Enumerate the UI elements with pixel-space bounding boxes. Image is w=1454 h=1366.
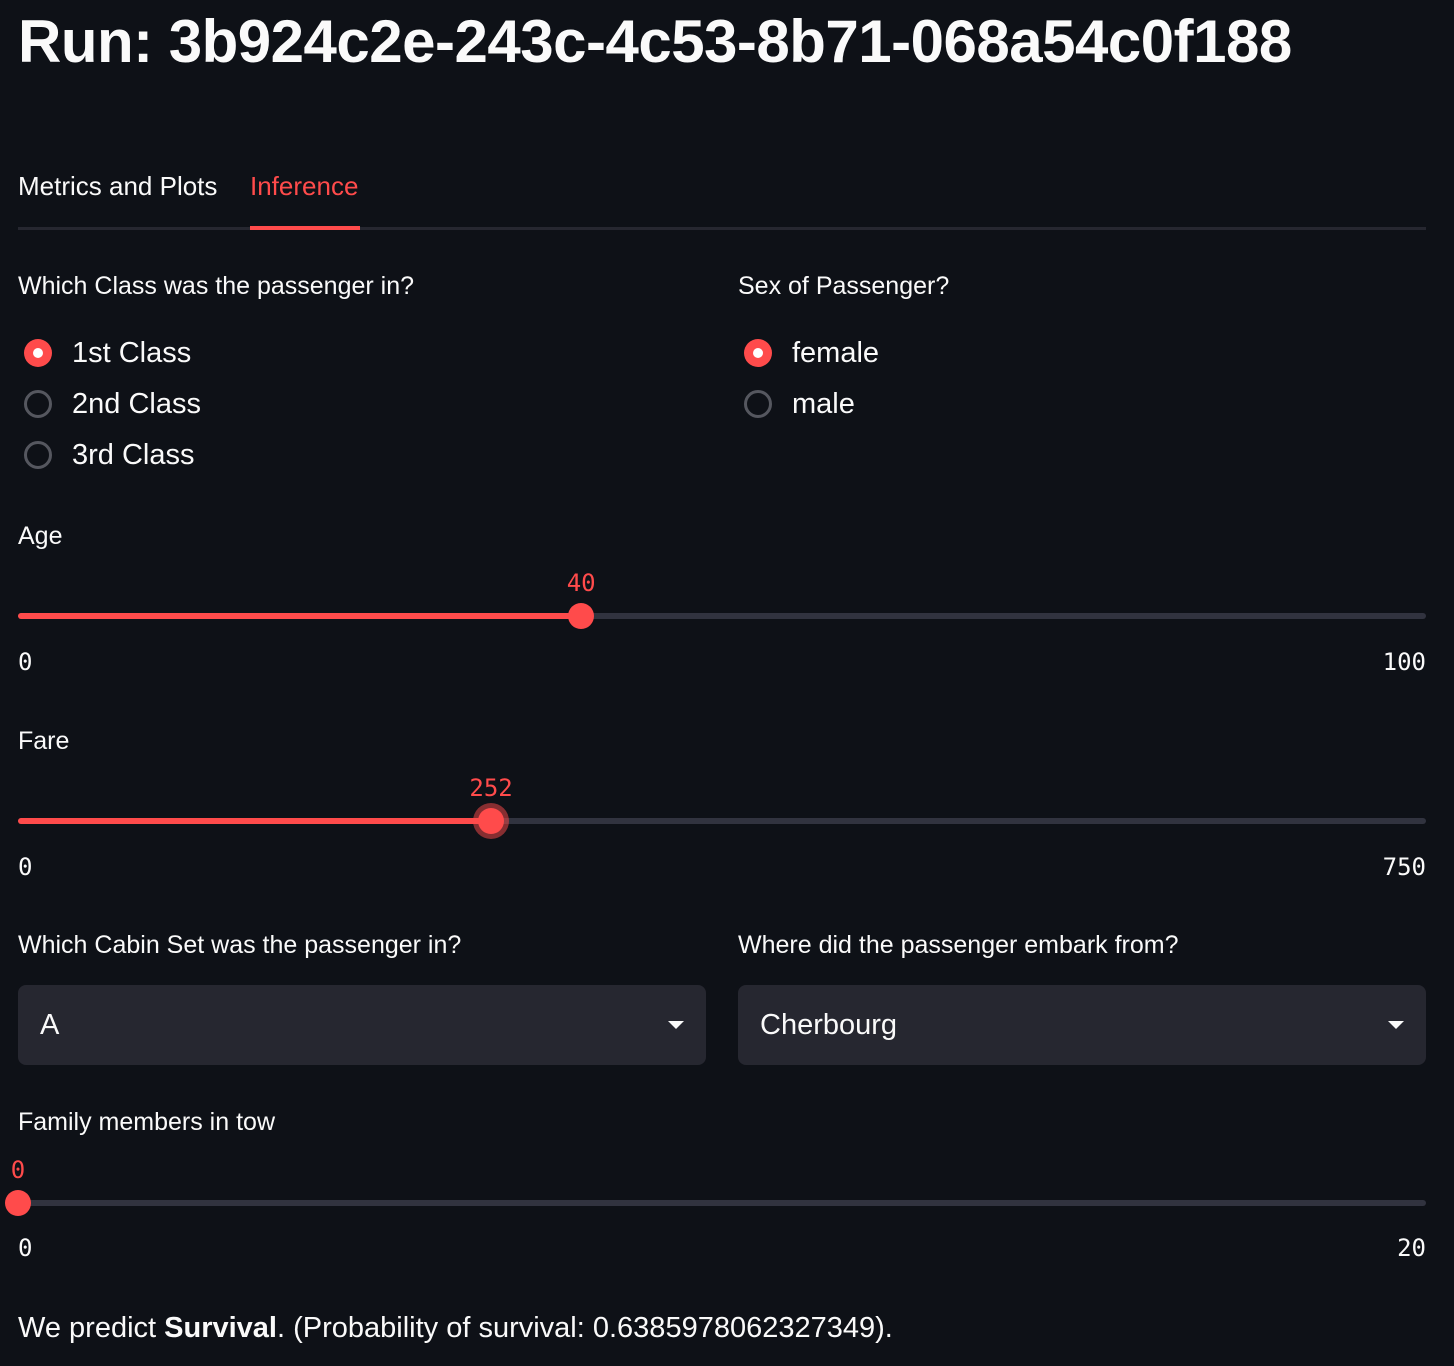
family-slider-min: 0 [18, 1234, 33, 1262]
radio-checked-icon[interactable] [24, 339, 52, 367]
age-slider-max: 100 [1382, 648, 1426, 676]
result-suffix: . (Probability of survival: 0.6385978062… [276, 1312, 893, 1344]
embark-select-value: Cherbourg [760, 1008, 898, 1041]
family-slider-track[interactable] [18, 1200, 1426, 1206]
result-prefix: We predict [18, 1312, 165, 1344]
radio-option-label: 1st Class [72, 337, 192, 369]
family-slider-max: 20 [1397, 1234, 1426, 1262]
page-title: Run: 3b924c2e-243c-4c53-8b71-068a54c0f18… [18, 8, 1292, 75]
radio-unchecked-icon[interactable] [24, 441, 52, 469]
radio-option-label: male [792, 388, 855, 420]
passenger-class-label: Which Class was the passenger in? [18, 272, 415, 300]
prediction-result: We predict Survival. (Probability of sur… [18, 1308, 893, 1348]
cabin-select[interactable]: A [18, 985, 706, 1065]
fare-label: Fare [18, 727, 70, 755]
radio-option-2nd-class[interactable]: 2nd Class [24, 382, 201, 426]
chevron-down-icon[interactable] [1388, 1021, 1404, 1029]
fare-slider-max: 750 [1382, 853, 1426, 881]
fare-slider-value: 252 [469, 774, 513, 802]
embark-select[interactable]: Cherbourg [738, 985, 1426, 1065]
radio-unchecked-icon[interactable] [24, 390, 52, 418]
radio-option-female[interactable]: female [744, 331, 879, 375]
age-slider-value: 40 [566, 569, 596, 597]
passenger-class-radio-group: 1st Class 2nd Class 3rd Class [24, 331, 201, 477]
age-label: Age [18, 522, 63, 550]
fare-slider-thumb[interactable] [478, 808, 505, 834]
radio-checked-icon[interactable] [744, 339, 772, 367]
age-slider-min: 0 [18, 648, 33, 676]
radio-option-label: 2nd Class [72, 388, 201, 420]
sex-radio-group: female male [744, 331, 879, 426]
cabin-label: Which Cabin Set was the passenger in? [18, 931, 462, 959]
age-slider-thumb[interactable] [568, 603, 595, 629]
tab-metrics-and-plots[interactable]: Metrics and Plots [18, 168, 217, 204]
age-slider-fill [18, 613, 582, 619]
tab-divider [18, 227, 1426, 230]
fare-slider-fill [18, 818, 492, 824]
cabin-select-value: A [40, 1008, 60, 1041]
fare-slider-min: 0 [18, 853, 33, 881]
radio-option-male[interactable]: male [744, 382, 879, 426]
family-label: Family members in tow [18, 1108, 275, 1136]
family-slider-thumb[interactable] [5, 1190, 31, 1216]
radio-option-label: 3rd Class [72, 439, 195, 471]
sex-label: Sex of Passenger? [738, 272, 950, 300]
result-outcome: Survival [164, 1312, 277, 1344]
chevron-down-icon[interactable] [668, 1021, 684, 1029]
embark-label: Where did the passenger embark from? [738, 931, 1179, 959]
tab-inference[interactable]: Inference [250, 168, 358, 204]
active-tab-indicator [250, 226, 360, 230]
radio-option-label: female [792, 337, 880, 369]
radio-option-1st-class[interactable]: 1st Class [24, 331, 201, 375]
family-slider-value: 0 [10, 1156, 26, 1184]
radio-unchecked-icon[interactable] [744, 390, 772, 418]
radio-option-3rd-class[interactable]: 3rd Class [24, 433, 201, 477]
